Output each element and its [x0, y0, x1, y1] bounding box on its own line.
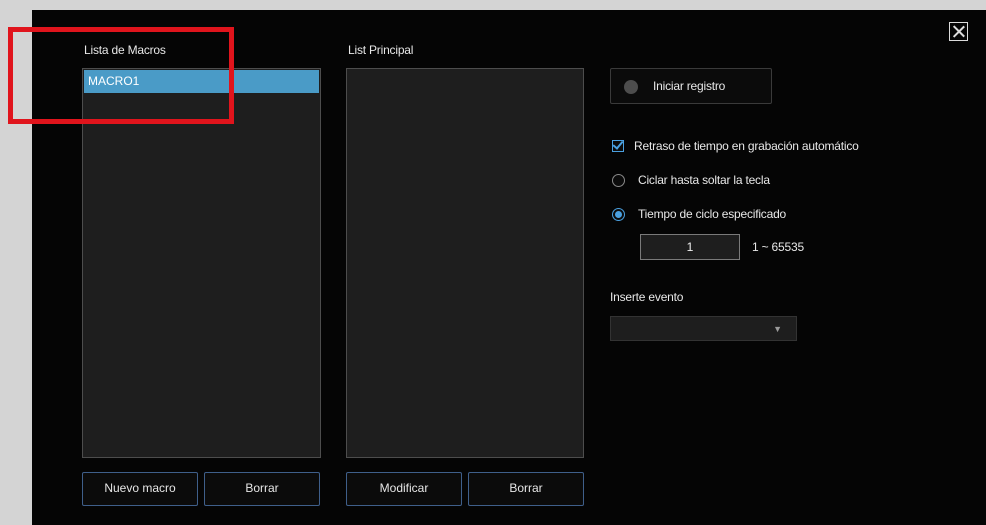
- auto-delay-checkbox[interactable]: [612, 138, 624, 152]
- main-list[interactable]: [346, 68, 584, 458]
- cycle-until-release-radio[interactable]: [612, 174, 625, 187]
- cycle-count-input[interactable]: 1: [640, 234, 740, 260]
- delete-event-button[interactable]: Borrar: [468, 472, 584, 506]
- dropdown-arrow-icon: ▼: [773, 324, 782, 334]
- checkmark-icon: [612, 138, 624, 150]
- close-icon[interactable]: [949, 22, 968, 41]
- auto-delay-label: Retraso de tiempo en grabación automátic…: [634, 139, 859, 153]
- radio-selected-dot: [615, 211, 622, 218]
- start-recording-button[interactable]: Iniciar registro: [610, 68, 772, 104]
- cycle-range-label: 1 ~ 65535: [752, 240, 804, 254]
- new-macro-button[interactable]: Nuevo macro: [82, 472, 198, 506]
- record-icon: [624, 80, 638, 94]
- delete-macro-button[interactable]: Borrar: [204, 472, 320, 506]
- macro-list[interactable]: MACRO1: [82, 68, 321, 458]
- cycle-until-release-label: Ciclar hasta soltar la tecla: [638, 173, 770, 187]
- start-recording-label: Iniciar registro: [653, 79, 726, 93]
- insert-event-dropdown[interactable]: ▼: [610, 316, 797, 341]
- cycle-specified-label: Tiempo de ciclo especificado: [638, 207, 787, 221]
- modify-button[interactable]: Modificar: [346, 472, 462, 506]
- cycle-specified-radio[interactable]: [612, 208, 625, 221]
- insert-event-label: Inserte evento: [610, 290, 684, 304]
- main-list-title: List Principal: [348, 43, 414, 57]
- highlight-box: [8, 27, 234, 124]
